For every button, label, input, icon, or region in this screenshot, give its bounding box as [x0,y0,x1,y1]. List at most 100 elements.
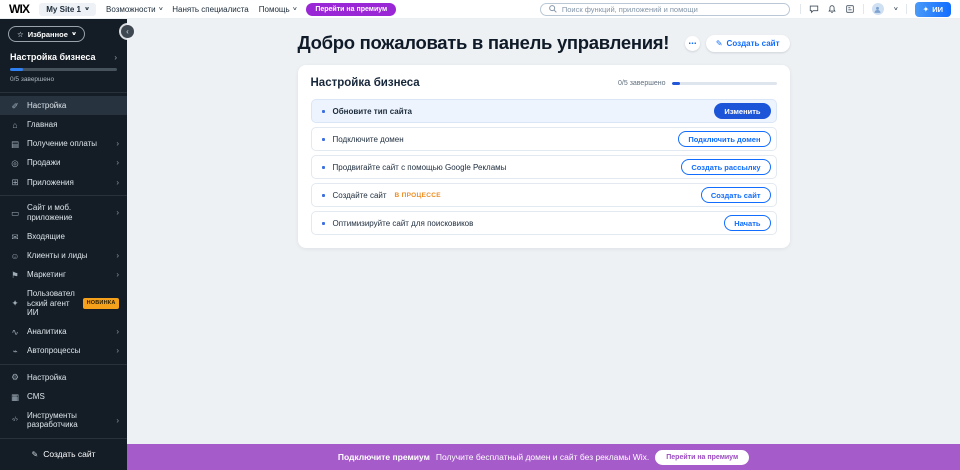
card-progress: 0/5 завершено [618,80,776,87]
chat-icon[interactable] [809,4,819,14]
sidebar-item-site-mobile-app[interactable]: ▭ Сайт и моб. приложение [0,199,127,227]
site-selector-label: My Site 1 [46,5,81,14]
ai-button-label: ИИ [932,5,943,14]
sidebar-item-marketing[interactable]: ⚑ Маркетинг [0,266,127,285]
upgrade-premium-button[interactable]: Перейти на премиум [306,3,396,16]
sidebar-item-sales[interactable]: ◎ Продажи [0,154,127,173]
setup-icon: ✐ [10,101,20,111]
task-label: Подключите домен [333,135,404,144]
card-header: Настройка бизнеса 0/5 завершено [311,77,777,89]
sidebar-item-label: Клиенты и лиды [27,251,109,261]
sidebar-item-contacts-leads[interactable]: ☺ Клиенты и лиды [0,246,127,265]
create-site-label: Создать сайт [43,449,95,459]
favorites-dropdown[interactable]: ☆ Избранное [8,26,85,42]
premium-banner: Подключите премиум Получите бесплатный д… [127,444,960,470]
sidebar-item-home[interactable]: ⌂ Главная [0,115,127,134]
bullet-icon [322,110,325,113]
task-seo-optimize[interactable]: Оптимизируйте сайт для поисковиков Начат… [311,211,777,235]
more-options-button[interactable] [685,36,700,51]
chevron-down-icon: ∨ [292,6,298,12]
sparkle-icon: ✦ [923,5,930,14]
nav-item-help[interactable]: Помощь ∨ [259,5,297,14]
main-area: Добро пожаловать в панель управления! ✎ … [127,19,960,470]
sidebar-item-payments[interactable]: ▤ Получение оплаты [0,134,127,153]
search-placeholder: Поиск функций, приложений и помощи [562,5,698,14]
sidebar-item-label: CMS [27,392,119,402]
chevron-down-icon[interactable]: ∨ [893,6,899,12]
main-content: Добро пожаловать в панель управления! ✎ … [298,19,790,248]
ai-assistant-button[interactable]: ✦ ИИ [915,2,951,17]
card-progress-fill [672,82,680,85]
new-badge: НОВИНКА [83,298,119,309]
nav-item-label: Нанять специалиста [172,5,248,14]
page-title: Добро пожаловать в панель управления! [298,32,670,54]
business-setup-card: Настройка бизнеса 0/5 завершено Обновите… [298,65,790,248]
change-button[interactable]: Изменить [714,103,770,119]
notifications-bell-icon[interactable] [827,4,837,14]
divider [906,4,907,14]
in-progress-badge: В ПРОЦЕССЕ [395,192,441,199]
nav-item-hire-specialist[interactable]: Нанять специалиста [172,5,248,14]
star-icon: ☆ [17,30,24,39]
apps-grid-icon: ⊞ [10,177,20,187]
divider [800,4,801,14]
sidebar-create-site-button[interactable]: ✎ Создать сайт [0,439,127,470]
sidebar-item-setup[interactable]: ✐ Настройка [0,96,127,115]
task-label: Создайте сайт [333,191,387,200]
task-create-site[interactable]: Создайте сайт В ПРОЦЕССЕ Создать сайт [311,183,777,207]
sidebar-item-label: Главная [27,120,119,130]
sidebar-item-ai-agent[interactable]: ✦ Пользовательский агент ИИ НОВИНКА [0,285,127,323]
create-site-task-button[interactable]: Создать сайт [701,187,771,203]
business-setup-title: Настройка бизнеса [10,52,95,62]
premium-banner-title: Подключите премиум [338,452,430,462]
task-label: Оптимизируйте сайт для поисковиков [333,219,474,228]
monitor-icon: ▭ [10,208,20,218]
sidebar-item-label: Входящие [27,232,119,242]
nav-item-features[interactable]: Возможности ∨ [106,5,162,14]
sidebar-item-label: Получение оплаты [27,139,109,149]
go-premium-button[interactable]: Перейти на премиум [655,450,749,465]
nav-item-label: Возможности [106,5,156,14]
sidebar-item-label: Автопроцессы [27,346,109,356]
start-button[interactable]: Начать [724,215,770,231]
nav-item-label: Помощь [259,5,290,14]
create-site-button[interactable]: ✎ Создать сайт [706,35,790,52]
sidebar-item-inbox[interactable]: ✉ Входящие [0,227,127,246]
inbox-icon: ✉ [10,232,20,242]
sidebar-collapse-button[interactable]: ‹ [121,25,134,38]
top-bar: WIX My Site 1 ∨ Возможности ∨ Нанять спе… [0,0,960,19]
task-update-site-type[interactable]: Обновите тип сайта Изменить [311,99,777,123]
gear-icon: ⚙ [10,372,20,382]
sidebar-item-analytics[interactable]: ∿ Аналитика [0,322,127,341]
divider [863,4,864,14]
search-input[interactable]: Поиск функций, приложений и помощи [540,3,790,16]
sidebar-item-label: Приложения [27,178,109,188]
sidebar-item-label: Настройка [27,101,119,111]
sidebar-item-label: Настройка [27,373,119,383]
connect-domain-button[interactable]: Подключить домен [678,131,770,147]
business-setup-link[interactable]: Настройка бизнеса [10,52,117,62]
task-google-ads[interactable]: Продвигайте сайт с помощью Google Реклам… [311,155,777,179]
create-site-button-label: Создать сайт [727,39,780,48]
bullet-icon [322,138,325,141]
chevron-down-icon: ∨ [84,6,90,12]
sidebar-item-apps[interactable]: ⊞ Приложения [0,173,127,192]
sidebar-item-cms[interactable]: ▦ CMS [0,387,127,406]
sales-icon: ◎ [10,158,20,168]
analytics-icon: ∿ [10,327,20,337]
updates-icon[interactable] [845,4,855,14]
pencil-icon: ✎ [32,450,39,459]
task-label: Продвигайте сайт с помощью Google Реклам… [333,163,507,172]
create-campaign-button[interactable]: Создать рассылку [681,159,770,175]
premium-banner-text: Получите бесплатный домен и сайт без рек… [436,452,649,462]
avatar[interactable] [872,3,884,15]
business-setup-section: Настройка бизнеса 0/5 завершено [0,42,127,92]
sidebar-item-automations[interactable]: ⌁ Автопроцессы [0,342,127,361]
sidebar-item-dev-tools[interactable]: ‹/› Инструменты разработчика [0,406,127,434]
site-selector[interactable]: My Site 1 ∨ [39,3,96,16]
bullet-icon [322,194,325,197]
task-connect-domain[interactable]: Подключите домен Подключить домен [311,127,777,151]
pencil-icon: ✎ [716,39,723,48]
sidebar-item-settings[interactable]: ⚙ Настройка [0,368,127,387]
megaphone-icon: ⚑ [10,270,20,280]
